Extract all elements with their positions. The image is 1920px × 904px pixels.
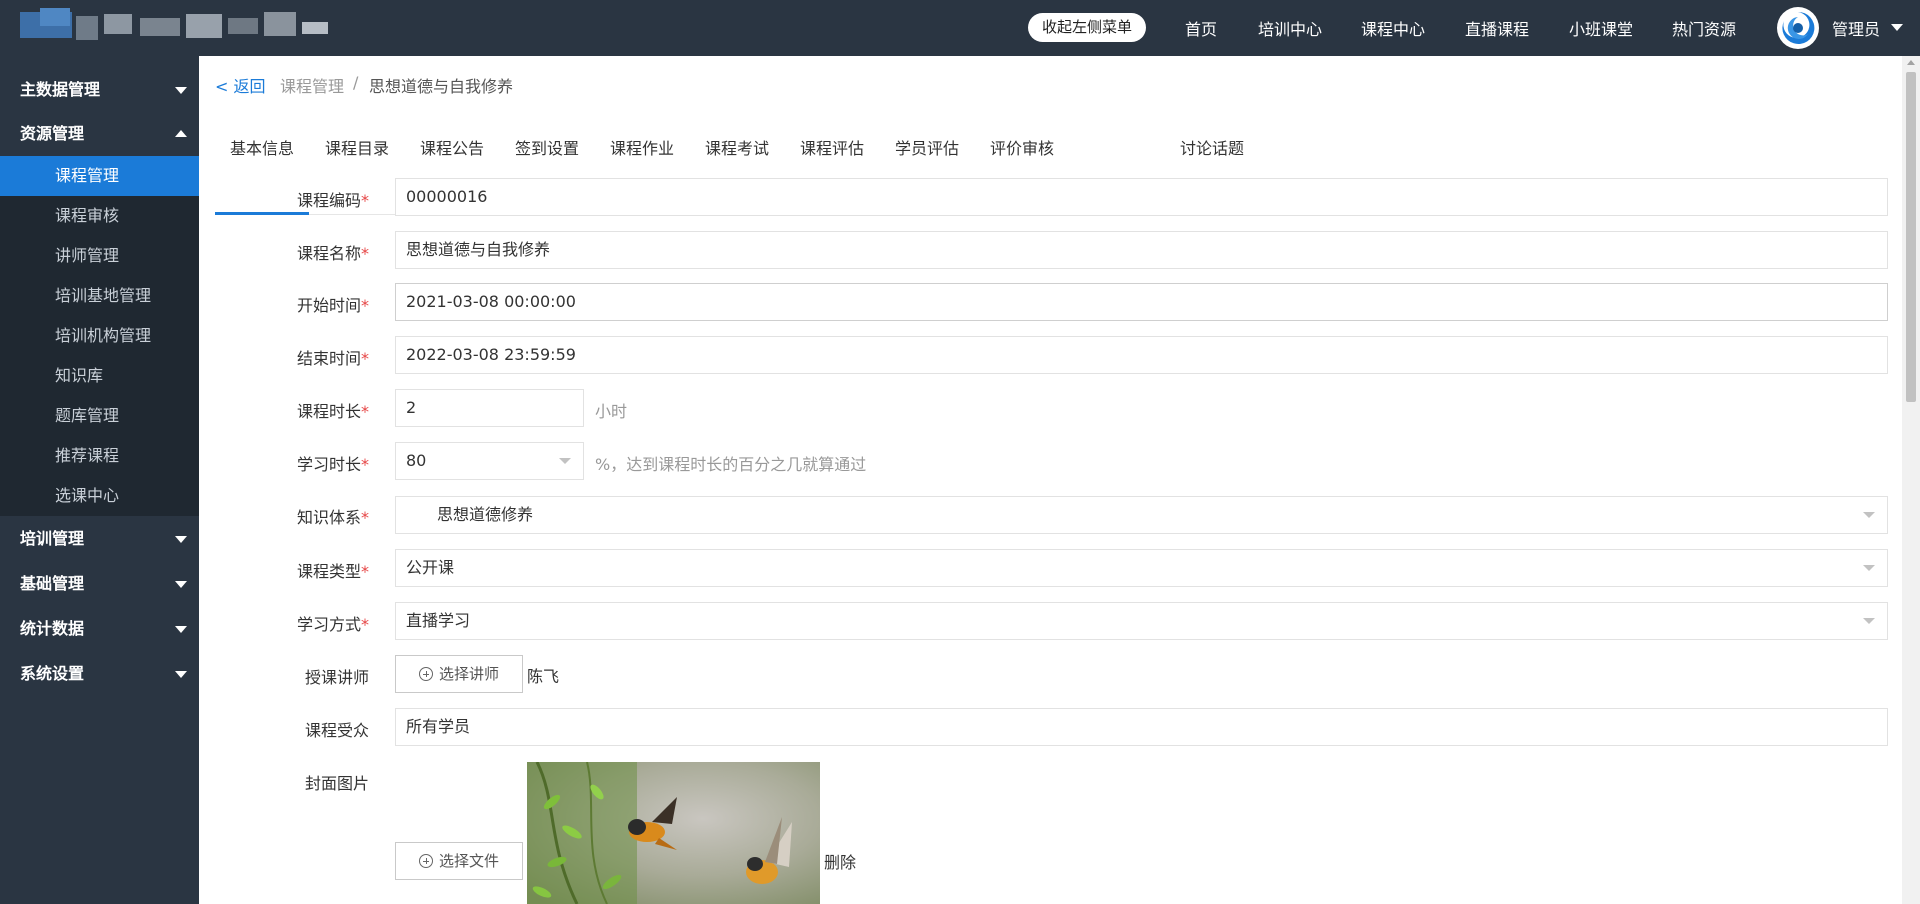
sidebar-item-lecturer-management[interactable]: 讲师管理 [0,236,199,276]
field-label: 结束时间* [296,349,369,368]
active-tab-indicator [215,212,309,215]
field-label: 课程类型* [296,562,369,581]
sidebar-group-label: 统计数据 [20,619,85,638]
select-value: 公开课 [406,558,455,577]
course-code-input[interactable]: 00000016 [395,178,1888,216]
field-label: 授课讲师 [304,668,369,687]
nav-training-center[interactable]: 培训中心 [1258,16,1322,40]
sidebar-group-label: 资源管理 [20,124,85,143]
nav-live-courses[interactable]: 直播课程 [1465,16,1529,40]
duration-unit: 小时 [595,402,628,421]
user-menu[interactable]: 管理员 [1832,16,1880,40]
nav-small-class[interactable]: 小班课堂 [1569,16,1633,40]
sidebar-group-training[interactable]: 培训管理 [0,517,199,561]
sidebar-item-recommended[interactable]: 推荐课程 [0,436,199,476]
caret-up-icon [175,130,187,137]
caret-down-icon [175,671,187,678]
sidebar-item-course-review[interactable]: 课程审核 [0,196,199,236]
breadcrumb-separator: / [353,73,359,92]
caret-down-icon [175,626,187,633]
field-label: 封面图片 [304,774,369,793]
field-label: 课程受众 [304,721,369,740]
logo [20,8,328,44]
sidebar-item-course-management[interactable]: 课程管理 [0,156,199,196]
sidebar-submenu: 课程管理 课程审核 讲师管理 培训基地管理 培训机构管理 知识库 题库管理 推荐… [0,156,199,516]
caret-down-icon [175,87,187,94]
course-name-input[interactable]: 思想道德与自我修养 [395,231,1888,269]
avatar[interactable] [1777,7,1819,49]
study-percent-select[interactable]: 80 [395,442,584,480]
study-mode-select[interactable]: 直播学习 [395,602,1888,640]
breadcrumb-course-management[interactable]: 课程管理 [280,73,344,97]
collapse-sidebar-button[interactable]: 收起左侧菜单 [1028,13,1146,42]
sidebar-group-resources[interactable]: 资源管理 [0,112,199,156]
button-label: 选择讲师 [438,665,499,683]
field-label: 课程编码* [296,191,369,210]
course-type-select[interactable]: 公开课 [395,549,1888,587]
sidebar-item-course-selection[interactable]: 选课中心 [0,476,199,516]
plus-circle-icon [418,854,433,868]
caret-down-icon [1863,512,1875,518]
sidebar-group-label: 基础管理 [20,574,85,593]
study-percent-hint: %，达到课程时长的百分之几就算通过 [595,455,867,474]
sidebar-group-system[interactable]: 系统设置 [0,652,199,696]
cover-image [527,762,820,904]
sidebar-group-label: 培训管理 [20,529,85,548]
nav-hot-resources[interactable]: 热门资源 [1672,16,1736,40]
sidebar-group-statistics[interactable]: 统计数据 [0,607,199,651]
field-label: 开始时间* [296,296,369,315]
scrollbar[interactable] [1902,56,1920,904]
delete-cover-link[interactable]: 删除 [824,849,856,873]
nav-course-center[interactable]: 课程中心 [1361,16,1425,40]
teacher-name: 陈飞 [527,667,560,686]
sidebar-group-label: 主数据管理 [20,80,101,99]
sidebar-group-label: 系统设置 [20,664,85,683]
select-teacher-button[interactable]: 选择讲师 [395,655,523,693]
audience-input[interactable]: 所有学员 [395,708,1888,746]
caret-down-icon [1863,565,1875,571]
top-bar: 收起左侧菜单 首页 培训中心 课程中心 直播课程 小班课堂 热门资源 管理员 [0,0,1920,56]
field-label: 课程名称* [296,244,369,263]
nav-home[interactable]: 首页 [1185,16,1217,40]
sidebar-item-training-org[interactable]: 培训机构管理 [0,316,199,356]
field-label: 课程时长* [296,402,369,421]
field-label: 学习方式* [296,615,369,634]
field-label: 学习时长* [296,455,369,474]
caret-down-icon [175,581,187,588]
breadcrumb-current: 思想道德与自我修养 [369,77,514,96]
knowledge-system-select[interactable]: 思想道德修养 [395,496,1888,534]
course-duration-input[interactable]: 2 [395,389,584,427]
field-label: 知识体系* [296,508,369,527]
end-time-input[interactable]: 2022-03-08 23:59:59 [395,336,1888,374]
select-value: 思想道德修养 [437,505,534,524]
caret-down-icon [1863,618,1875,624]
caret-down-icon [175,536,187,543]
sidebar-item-question-bank[interactable]: 题库管理 [0,396,199,436]
scroll-up-arrow-icon[interactable] [1907,60,1915,65]
sidebar-group-basic[interactable]: 基础管理 [0,562,199,606]
sidebar: 主数据管理 资源管理 课程管理 课程审核 讲师管理 培训基地管理 培训机构管理 … [0,56,199,904]
start-time-input[interactable]: 2021-03-08 00:00:00 [395,283,1888,321]
button-label: 选择文件 [438,852,499,870]
caret-down-icon [559,458,571,464]
sidebar-group-master-data[interactable]: 主数据管理 [0,68,199,112]
sidebar-item-knowledge-base[interactable]: 知识库 [0,356,199,396]
chevron-down-icon[interactable] [1891,24,1903,31]
select-file-button[interactable]: 选择文件 [395,842,523,880]
plus-circle-icon [418,667,433,681]
select-value: 直播学习 [406,611,471,630]
scrollbar-thumb[interactable] [1906,72,1916,402]
back-link[interactable]: < 返回 [215,73,266,97]
main-content: < 返回 课程管理 / 思想道德与自我修养 基本信息 课程目录 课程公告 签到设… [199,56,1902,904]
select-value: 80 [406,451,427,470]
sidebar-item-training-base[interactable]: 培训基地管理 [0,276,199,316]
